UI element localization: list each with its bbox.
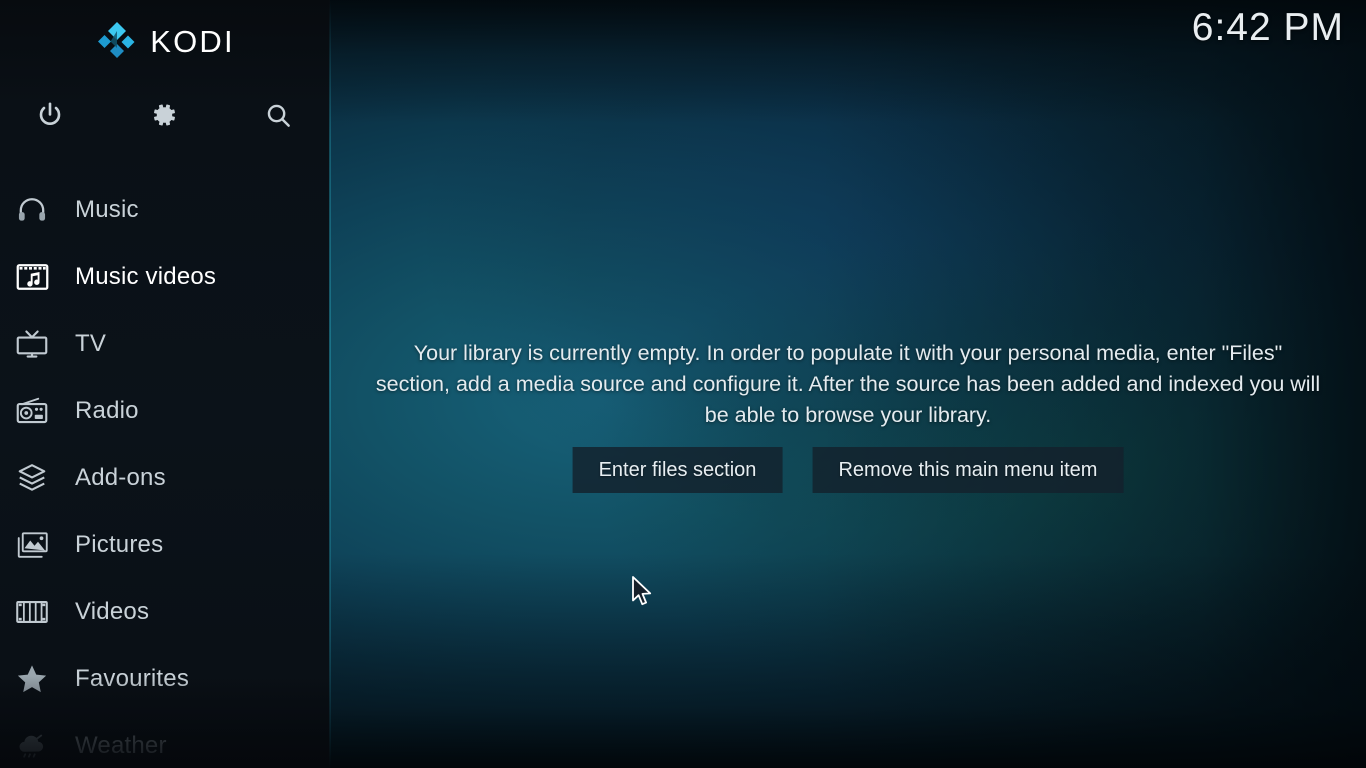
remove-main-menu-item-button[interactable]: Remove this main menu item <box>812 447 1124 493</box>
sidebar-item-label: TV <box>75 329 107 357</box>
sidebar-top-icons <box>0 94 330 136</box>
sidebar-item-tv[interactable]: TV <box>0 310 330 377</box>
app-logo: KODI <box>0 17 330 65</box>
addons-box-icon <box>2 462 62 494</box>
pictures-icon <box>2 530 62 560</box>
sidebar-item-label: Music <box>75 195 139 223</box>
music-video-icon <box>2 262 62 292</box>
search-icon[interactable] <box>257 94 299 136</box>
filmstrip-icon <box>2 598 62 626</box>
sidebar-item-label: Pictures <box>75 530 164 558</box>
enter-files-section-button[interactable]: Enter files section <box>572 447 783 493</box>
sidebar-item-music[interactable]: Music <box>0 176 330 243</box>
empty-library-message: Your library is currently empty. In orde… <box>375 341 1321 427</box>
sidebar-item-videos[interactable]: Videos <box>0 578 330 645</box>
kodi-logo-icon <box>95 19 139 63</box>
radio-icon <box>2 396 62 426</box>
kodi-home-screen: 6:42 PM Your library is currently empty.… <box>0 0 1366 768</box>
sidebar-item-radio[interactable]: Radio <box>0 377 330 444</box>
power-icon[interactable] <box>29 94 71 136</box>
gear-icon[interactable] <box>143 94 185 136</box>
sidebar-item-add-ons[interactable]: Add-ons <box>0 444 330 511</box>
headphones-icon <box>2 194 62 226</box>
sidebar-item-label: Radio <box>75 396 139 424</box>
sidebar-item-label: Favourites <box>75 664 190 692</box>
sidebar-item-pictures[interactable]: Pictures <box>0 511 330 578</box>
sidebar-item-label: Add-ons <box>75 463 166 491</box>
sidebar-item-favourites[interactable]: Favourites <box>0 645 330 712</box>
sidebar-item-label: Videos <box>75 597 150 625</box>
sidebar-item-music-videos[interactable]: Music videos <box>0 243 330 310</box>
main-content: Your library is currently empty. In orde… <box>330 0 1366 768</box>
weather-cloud-icon <box>2 731 62 761</box>
star-icon <box>2 663 62 695</box>
sidebar-item-label: Weather <box>75 731 167 759</box>
sidebar-item-weather[interactable]: Weather <box>0 712 330 768</box>
sidebar: KODI Music Music videos TV Radio Add-ons… <box>0 0 330 768</box>
sidebar-item-label: Music videos <box>75 262 217 290</box>
app-title: KODI <box>150 23 235 59</box>
action-button-row: Enter files section Remove this main men… <box>572 447 1124 493</box>
television-icon <box>2 329 62 359</box>
sidebar-menu: Music Music videos TV Radio Add-ons Pict… <box>0 176 330 768</box>
sidebar-divider <box>329 0 331 768</box>
